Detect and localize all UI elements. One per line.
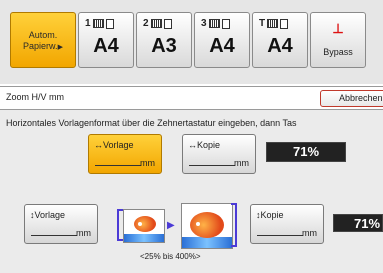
tray-2-indicator: 2 [143, 18, 172, 29]
fish-eye [138, 222, 142, 226]
zoom-main-panel: Horizontales Vorlagenformat über die Zeh… [0, 110, 383, 273]
tray-paper-size: A4 [209, 35, 235, 57]
vertical-copy-text: Kopie [260, 210, 284, 220]
bypass-label: Bypass [323, 47, 353, 57]
horizontal-original-label: ↔Vorlage [94, 140, 134, 150]
horizontal-copy-button[interactable]: ↔Kopie mm [182, 134, 256, 174]
tray-paper-size: A4 [267, 35, 293, 57]
original-page-image [123, 209, 165, 243]
zoom-title: Zoom H/V mm [6, 92, 65, 102]
paper-sheet-icon [280, 18, 289, 29]
horizontal-original-button[interactable]: ↔Vorlage mm [88, 134, 162, 174]
horizontal-copy-text: Kopie [197, 140, 221, 150]
tray-2-button[interactable]: 2 A3 [136, 12, 192, 68]
horizontal-arrow-icon: ↔ [188, 140, 197, 150]
horizontal-arrow-icon: ↔ [94, 140, 103, 150]
auto-paper-select-button[interactable]: Autom. Papierw.▶ [10, 12, 76, 68]
tray-number: 3 [201, 18, 207, 29]
right-bracket-bottom [231, 245, 237, 247]
tray-3-button[interactable]: 3 A4 [194, 12, 250, 68]
vertical-original-unit: mm [76, 228, 91, 238]
copy-page-image [181, 203, 233, 249]
tray-3-indicator: 3 [201, 18, 230, 29]
vertical-copy-button[interactable]: ↕Kopie mm [250, 204, 324, 244]
auto-paper-select-label: Autom. Papierw.▶ [11, 30, 75, 53]
cancel-label: Abbrechen [339, 93, 383, 103]
vertical-percent-display: 71% [333, 214, 383, 232]
horizontal-copy-value-line [189, 165, 235, 166]
coral-graphic [124, 234, 164, 242]
play-arrow-icon: ▶ [57, 44, 63, 51]
paper-tray-icon [208, 19, 220, 28]
vertical-original-button[interactable]: ↕Vorlage mm [24, 204, 98, 244]
paper-tray-icon [267, 19, 279, 28]
fish-graphic [190, 212, 224, 238]
auto-label-line2: Papierw. [23, 41, 58, 51]
horizontal-percent-display: 71% [266, 142, 346, 162]
tray-number: 2 [143, 18, 149, 29]
paper-selection-bar: Autom. Papierw.▶ 1 A4 2 A3 3 A4 T A4 ⊥ B… [0, 0, 383, 84]
vertical-original-value-line [31, 235, 77, 236]
tray-1-button[interactable]: 1 A4 [78, 12, 134, 68]
zoom-header-bar: Zoom H/V mm Abbrechen [0, 86, 383, 110]
vertical-original-label: ↕Vorlage [30, 210, 65, 220]
tray-number: 1 [85, 18, 91, 29]
bypass-button[interactable]: ⊥ Bypass [310, 12, 366, 68]
coral-graphic [182, 237, 232, 248]
horizontal-original-unit: mm [140, 158, 155, 168]
paper-sheet-icon [221, 18, 230, 29]
tray-t-indicator: T [259, 18, 289, 29]
horizontal-original-text: Vorlage [103, 140, 134, 150]
fish-eye [196, 222, 200, 226]
zoom-illustration: ▶ [117, 203, 237, 249]
zoom-range-text: <25% bis 400%> [140, 252, 201, 261]
vertical-copy-value-line [257, 235, 303, 236]
vertical-original-text: Vorlage [34, 210, 66, 220]
tray-number: T [259, 18, 266, 29]
cancel-button[interactable]: Abbrechen [320, 90, 383, 107]
tray-paper-size: A3 [151, 35, 177, 57]
paper-sheet-icon [163, 18, 172, 29]
right-bracket-top [231, 203, 237, 205]
tray-1-indicator: 1 [85, 18, 114, 29]
horizontal-copy-label: ↔Kopie [188, 140, 220, 150]
tray-t-button[interactable]: T A4 [252, 12, 308, 68]
right-bracket-line [235, 203, 237, 247]
paper-tray-icon [92, 19, 104, 28]
enlarge-arrow-icon: ▶ [167, 220, 175, 231]
paper-sheet-icon [105, 18, 114, 29]
paper-tray-icon [150, 19, 162, 28]
left-bracket-line [117, 209, 119, 241]
instruction-text: Horizontales Vorlagenformat über die Zeh… [6, 118, 297, 128]
horizontal-copy-unit: mm [234, 158, 249, 168]
bypass-tray-icon: ⊥ [332, 21, 344, 36]
horizontal-original-value-line [95, 165, 141, 166]
tray-paper-size: A4 [93, 35, 119, 57]
vertical-copy-unit: mm [302, 228, 317, 238]
auto-label-line1: Autom. [28, 30, 58, 40]
vertical-copy-label: ↕Kopie [256, 210, 284, 220]
